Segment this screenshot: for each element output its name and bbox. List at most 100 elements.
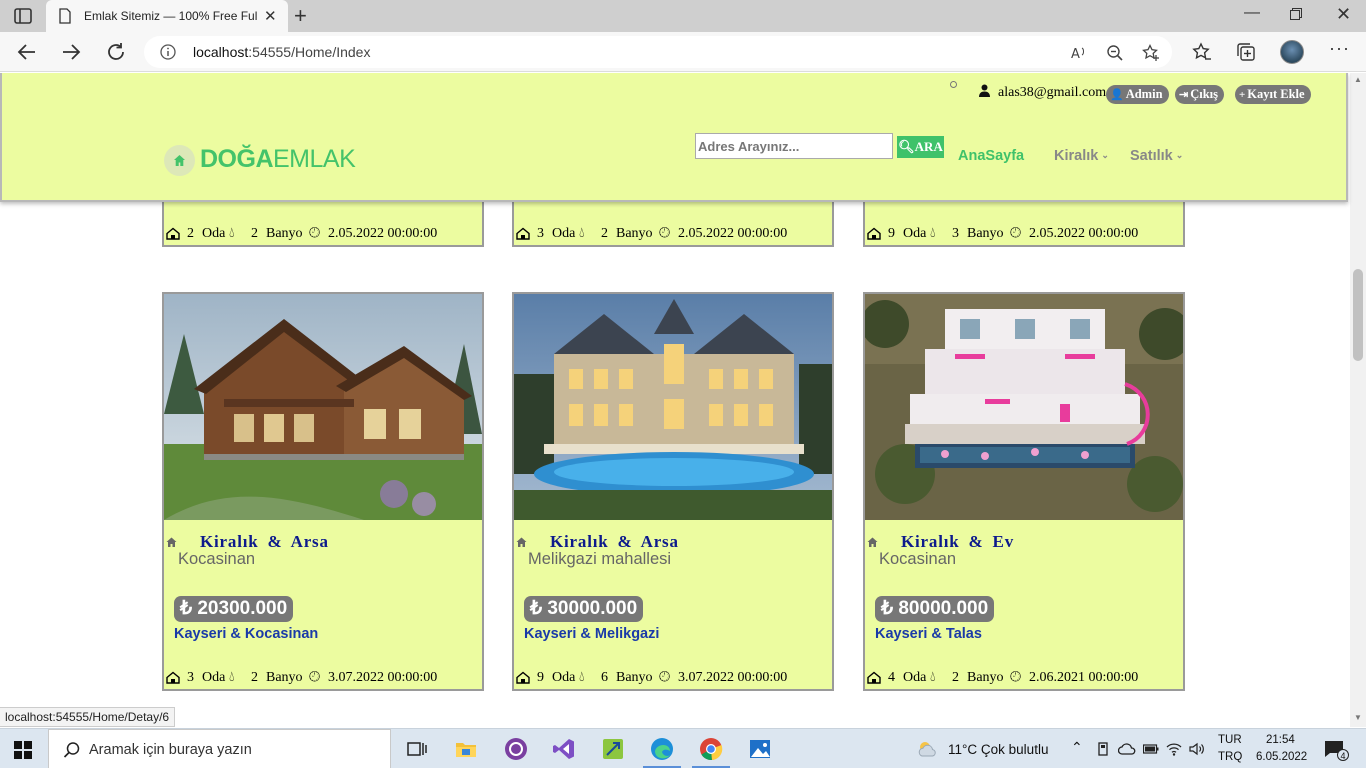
search-icon [63,742,80,758]
minimize-icon[interactable]: — [1244,4,1260,22]
listing-image-mansion[interactable] [514,294,832,520]
visual-studio-icon[interactable] [552,737,576,761]
taskbar-search-box[interactable]: Aramak için buraya yazın [48,729,391,768]
user-email: alas38@gmail.com [998,85,1107,100]
home-outline-icon [166,227,180,240]
onedrive-cloud-icon[interactable] [1118,742,1136,756]
restore-icon[interactable] [1290,8,1302,20]
search-icon: 🔍︎ [898,139,915,154]
more-options-icon[interactable]: ··· [1329,38,1350,59]
home-icon [516,537,527,547]
home-outline-icon [166,671,180,684]
listing-image-chalet[interactable] [164,294,482,520]
zoom-icon[interactable] [1106,44,1124,62]
water-drops-icon: 💧︎ [930,670,936,685]
wifi-icon[interactable] [1166,741,1182,757]
windows-taskbar: Aramak için buraya yazın 11°C Çok bulutl… [0,728,1366,768]
listing-type[interactable]: Kiralık & Ev [901,532,1014,552]
listing-meta: 4 Oda 💧︎ 2 Banyo 🕘︎ 2.06.2021 00:00:00 [866,669,1182,687]
listing-card[interactable]: Kiralık & Arsa Kocasinan ₺ 20300.000 Kay… [162,292,484,691]
listing-card[interactable]: Kiralık & Arsa Melikgazi mahallesi ₺ 300… [512,292,834,691]
task-view-icon[interactable] [405,737,429,761]
listing-neighborhood: Kocasinan [178,550,256,568]
scroll-down-icon[interactable]: ▼ [1354,713,1362,722]
edge-browser-icon[interactable] [650,737,674,761]
plus-icon: + [1239,89,1246,101]
listing-meta: 3 Oda 💧︎ 2 Banyo 🕘︎ 2.05.2022 00:00:00 [515,225,831,243]
add-record-button[interactable]: + Kayıt Ekle [1235,85,1311,104]
close-window-icon[interactable]: ✕ [1336,4,1351,25]
page-icon [59,8,71,24]
weather-cloudy-icon[interactable] [916,739,938,759]
input-language[interactable]: TUR [1218,734,1242,746]
clock-icon: 🕘︎ [1010,226,1022,241]
clock-icon: 🕘︎ [659,670,671,685]
site-logo[interactable]: DOĞAEMLAK [200,145,356,174]
search-button[interactable]: 🔍︎ARA [897,136,944,158]
windows-start-icon[interactable] [14,741,32,759]
clock-date[interactable]: 6.05.2022 [1256,751,1307,763]
photos-app-icon[interactable] [748,737,772,761]
browser-tab[interactable]: Emlak Sitemiz — 100% Free Fully ✕ [46,0,288,32]
new-tab-icon[interactable]: + [294,3,307,29]
collections-icon[interactable] [1236,42,1256,62]
volume-icon[interactable] [1189,741,1205,757]
tab-actions-icon[interactable] [12,6,34,26]
forward-arrow-icon[interactable] [60,41,82,63]
address-search-input[interactable] [695,133,893,159]
chevron-up-icon[interactable]: ⌃ [1071,739,1083,756]
favorites-icon[interactable] [1192,42,1212,62]
usb-device-icon[interactable] [1096,742,1110,756]
weather-text[interactable]: 11°C Çok bulutlu [948,742,1048,757]
file-explorer-icon[interactable] [454,737,478,761]
close-tab-icon[interactable]: ✕ [264,7,277,25]
reload-icon[interactable] [105,41,127,63]
github-desktop-icon[interactable] [504,737,528,761]
listing-meta: 2 Oda 💧︎ 2 Banyo 🕘︎ 2.05.2022 00:00:00 [165,225,481,243]
admin-button[interactable]: 👤 Admin [1106,85,1169,104]
listing-type[interactable]: Kiralık & Arsa [200,532,329,552]
site-info-icon[interactable] [160,44,176,60]
scrollbar-thumb[interactable] [1353,269,1363,361]
chrome-browser-icon[interactable] [699,737,723,761]
svg-text:A: A [1071,47,1080,62]
page-viewport: alas38@gmail.com 👤 Admin ⇥ Çıkış + Kayıt Ek… [0,73,1366,727]
water-drops-icon: 💧︎ [229,670,235,685]
url-text: localhost:54555/Home/Index [193,44,371,60]
listing-type[interactable]: Kiralık & Arsa [550,532,679,552]
keyboard-layout[interactable]: TRQ [1218,751,1242,763]
profile-avatar[interactable] [1280,40,1304,64]
logout-icon: ⇥ [1179,89,1189,101]
read-aloud-icon[interactable]: A [1070,44,1088,62]
scroll-up-icon[interactable]: ▲ [1354,75,1362,84]
home-icon [174,155,185,166]
nav-home[interactable]: AnaSayfa [958,148,1024,164]
listing-location[interactable]: Kayseri & Kocasinan [174,626,318,642]
listing-meta: 3 Oda 💧︎ 2 Banyo 🕘︎ 3.07.2022 00:00:00 [165,669,481,687]
logout-button[interactable]: ⇥ Çıkış [1175,85,1225,104]
listing-image-villa[interactable] [865,294,1183,520]
nav-rent-dropdown[interactable]: Kiralık ⌄ [1054,148,1109,164]
clock-icon: 🕘︎ [309,226,321,241]
logo-badge[interactable] [164,145,195,176]
home-outline-icon [516,227,530,240]
browser-toolbar: localhost:54555/Home/Index A ··· [0,32,1366,72]
user-icon [979,84,990,97]
dev-tools-icon[interactable] [601,737,625,761]
address-bar[interactable]: localhost:54555/Home/Index A [144,36,1172,68]
battery-icon[interactable] [1143,743,1159,755]
listing-meta: 9 Oda 💧︎ 3 Banyo 🕘︎ 2.05.2022 00:00:00 [866,225,1182,243]
back-arrow-icon[interactable] [16,41,38,63]
listing-card[interactable]: Kiralık & Ev Kocasinan ₺ 80000.000 Kayse… [863,292,1185,691]
price-badge: ₺ 80000.000 [875,596,995,622]
listing-location[interactable]: Kayseri & Talas [875,626,982,642]
water-drops-icon: 💧︎ [579,226,585,241]
price-badge: ₺ 30000.000 [524,596,644,622]
browser-tab-strip: Emlak Sitemiz — 100% Free Fully ✕ + — ✕ [0,0,1366,32]
clock-time[interactable]: 21:54 [1266,734,1295,746]
listing-location[interactable]: Kayseri & Melikgazi [524,626,659,642]
page-scrollbar[interactable]: ▲ ▼ [1350,73,1366,727]
add-favorite-icon[interactable] [1142,44,1160,62]
nav-sale-dropdown[interactable]: Satılık ⌄ [1130,148,1183,164]
link-status-bubble: localhost:54555/Home/Detay/6 [0,707,176,727]
